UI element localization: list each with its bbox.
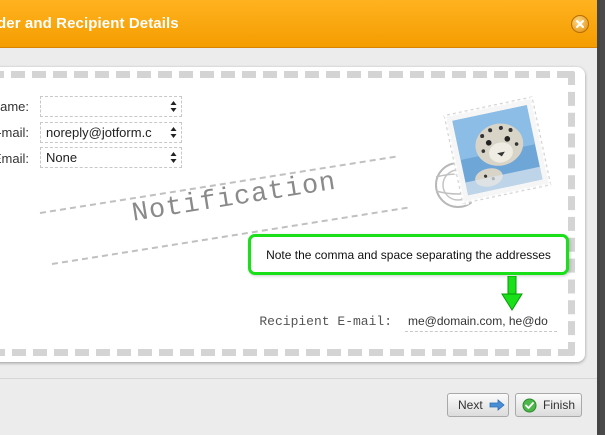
close-button[interactable] [571,15,589,33]
sender-email-label: -mail: [0,125,29,140]
next-button-label: Next [458,398,483,412]
select-arrows-icon [170,101,177,112]
finish-button-label: Finish [543,398,576,412]
callout-text: Note the comma and space separating the … [266,247,551,262]
check-circle-icon [522,398,537,412]
sender-email-select[interactable]: noreply@jotform.c [40,122,182,143]
select-arrows-icon [170,127,177,138]
sender-email-value: noreply@jotform.c [46,125,152,140]
select-arrows-icon [170,152,177,163]
reply-email-label: Email: [0,151,29,166]
recipient-email-label: Recipient E-mail: [259,314,392,329]
sender-name-label: ame: [0,99,29,114]
dialog-footer: Next Finish [0,378,597,435]
close-icon [576,20,584,28]
dialog-titlebar: der and Recipient Details [0,0,597,48]
sender-recipient-dialog: der and Recipient Details ame: -mail: no… [0,0,600,435]
mail-stamp-leopard-icon [435,94,552,208]
reply-email-select[interactable]: None [40,147,182,168]
reply-email-value: None [46,150,78,165]
arrow-down-icon [501,276,523,311]
recipient-email-input[interactable]: me@domain.com, he@do [405,311,557,332]
finish-button[interactable]: Finish [515,393,582,417]
callout-note: Note the comma and space separating the … [248,234,569,275]
dialog-title: der and Recipient Details [0,15,179,32]
arrow-right-icon [489,399,505,411]
sender-name-select[interactable] [40,96,182,117]
next-button[interactable]: Next [447,393,509,417]
